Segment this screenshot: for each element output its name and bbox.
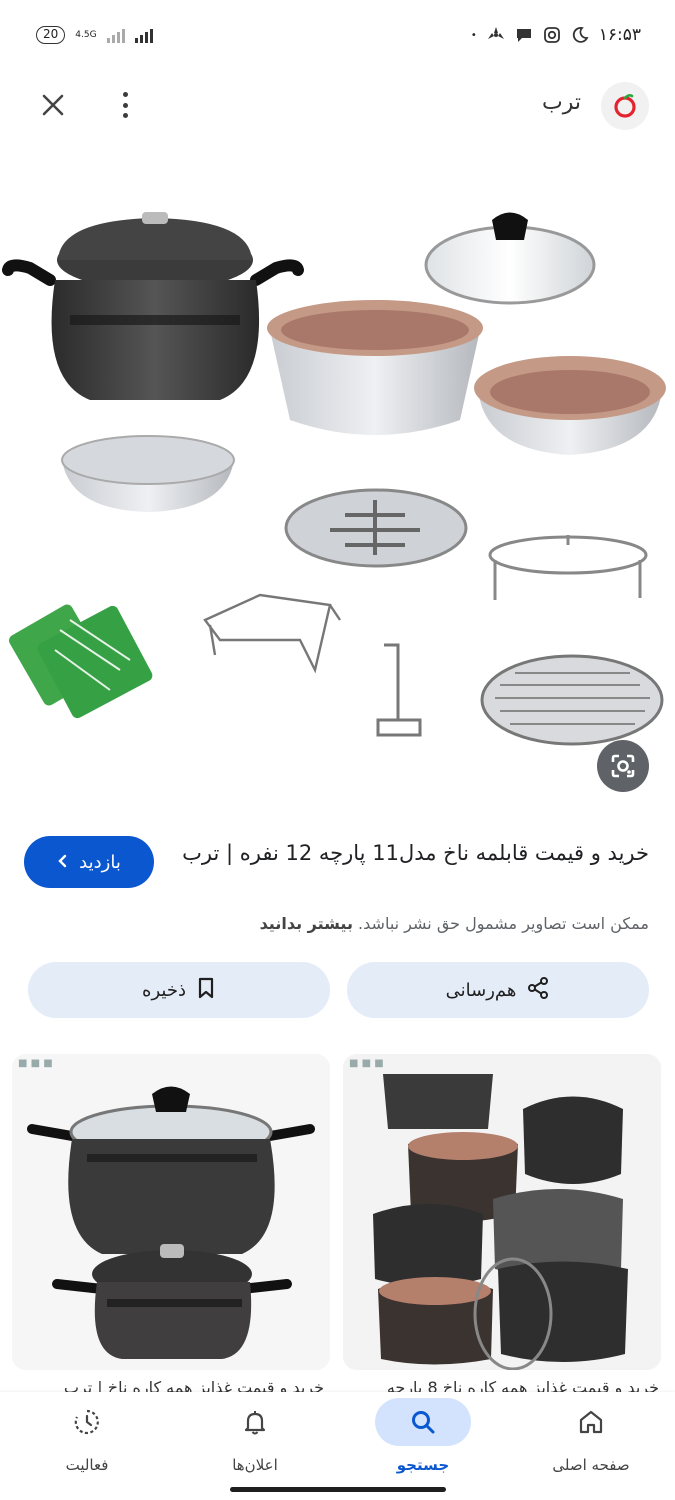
close-button[interactable]	[36, 88, 70, 122]
inner-pot	[267, 300, 483, 435]
save-button[interactable]: ذخیره	[28, 962, 330, 1018]
home-icon	[579, 1410, 603, 1434]
bookmark-icon	[196, 976, 216, 1005]
torob-logo-icon	[614, 94, 636, 118]
chevron-right-icon	[57, 852, 69, 873]
result-title[interactable]: خرید و قیمت قابلمه ناخ مدل11 پارچه 12 نف…	[179, 836, 649, 870]
copyright-notice: ممکن است تصاویر مشمول حق نشر نباشد. بیشت…	[260, 914, 649, 933]
related-image-card[interactable]: ■ ■ ■	[343, 1054, 661, 1370]
watermark: ■ ■ ■	[349, 1058, 384, 1069]
steam-bowl	[474, 356, 666, 455]
chat-bubble-icon	[515, 26, 533, 44]
wire-stand	[488, 535, 648, 600]
share-icon	[526, 976, 550, 1005]
nav-search[interactable]: جستجو	[339, 1392, 507, 1500]
google-lens-icon	[611, 754, 635, 778]
watermark: ■ ■ ■	[18, 1058, 53, 1069]
site-name[interactable]: ترب	[542, 90, 581, 115]
nav-label: جستجو	[396, 1456, 450, 1474]
green-pot-holders	[9, 604, 153, 719]
status-left: 20 4.5G	[36, 26, 153, 44]
share-label: هم‌رسانی	[445, 979, 517, 1001]
signal-bars-icon	[106, 27, 125, 43]
more-vert-icon	[122, 92, 128, 97]
nav-label: فعالیت	[65, 1456, 109, 1474]
gesture-bar	[230, 1487, 446, 1492]
fan-icon	[487, 26, 505, 44]
battery-indicator: 20	[36, 26, 66, 44]
network-type: 4.5G	[75, 30, 97, 40]
site-logo[interactable]	[601, 82, 649, 130]
visit-button[interactable]: بازدید	[24, 836, 154, 888]
visit-label: بازدید	[79, 851, 121, 873]
learn-more-link[interactable]: بیشتر بدانید	[260, 914, 353, 933]
related-image-two-pots	[12, 1054, 330, 1370]
signal-bars-icon-2	[134, 27, 153, 43]
silver-pan	[61, 435, 235, 512]
activity-icon	[74, 1409, 99, 1435]
related-image-card[interactable]: ■ ■ ■	[12, 1054, 330, 1370]
search-icon	[412, 1411, 435, 1434]
nav-activity[interactable]: فعالیت	[3, 1392, 171, 1500]
bell-icon	[244, 1411, 266, 1435]
glass-lid	[424, 212, 596, 305]
wire-rack	[203, 593, 341, 674]
dot-icon: •	[470, 29, 477, 41]
app-bar: ترب	[0, 70, 675, 140]
clock: ۱۶:۵۳	[598, 25, 641, 45]
copyright-text: ممکن است تصاویر مشمول حق نشر نباشد.	[358, 914, 649, 933]
nav-label: اعلان‌ها	[232, 1456, 278, 1474]
lens-button[interactable]	[597, 740, 649, 792]
lid-lifter	[376, 643, 422, 737]
related-image-cookware-set	[343, 1054, 661, 1370]
status-right: • ۱۶:۵۳	[471, 25, 641, 45]
status-bar: 20 4.5G • ۱۶:۵۳	[0, 0, 675, 70]
round-grill	[480, 654, 664, 746]
instagram-icon	[543, 26, 561, 44]
share-button[interactable]: هم‌رسانی	[347, 962, 649, 1018]
nav-home[interactable]: صفحه اصلی	[507, 1392, 675, 1500]
nav-notifications[interactable]: اعلان‌ها	[171, 1392, 339, 1500]
nav-label: صفحه اصلی	[552, 1456, 630, 1474]
bottom-navigation: صفحه اصلی جستجو اعلان‌ها فعالیت	[0, 1392, 675, 1500]
save-label: ذخیره	[142, 979, 186, 1001]
steamer-plate	[284, 488, 468, 568]
close-icon	[42, 94, 64, 116]
black-pot	[2, 212, 304, 400]
moon-icon	[571, 26, 589, 44]
main-product-image[interactable]	[0, 150, 675, 810]
more-options-button[interactable]	[112, 88, 138, 122]
cookware-set-illustration	[2, 212, 666, 746]
